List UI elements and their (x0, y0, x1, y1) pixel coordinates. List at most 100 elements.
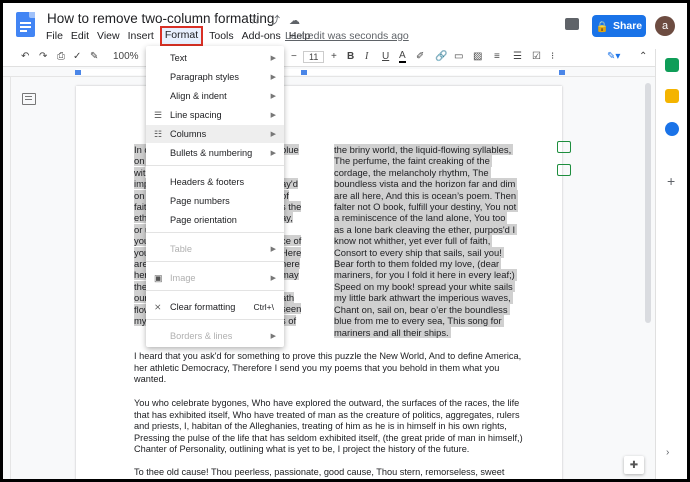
toolbar: ↶ ↷ ⎙ ✓ ✎ 100% − 11 + B I U A ✐ 🔗 ▭ ▨ ≡ … (3, 49, 655, 67)
clear-formatting-icon: ⨯ (154, 301, 162, 312)
menu-separator (146, 319, 284, 320)
menu-item-label: Page numbers (170, 196, 230, 206)
font-size-increase-icon[interactable]: + (331, 51, 337, 62)
last-edit-link[interactable]: Last edit was seconds ago (285, 30, 409, 42)
comment-history-icon[interactable] (565, 18, 579, 30)
spellcheck-icon[interactable]: ✓ (73, 51, 81, 62)
title-icons: ☆ ⤴ ☁ (250, 12, 306, 28)
menu-item-label: Page orientation (170, 215, 237, 225)
format-menu-item-table: Table ▶ (146, 240, 284, 258)
right-column-line: Bear forth to them folded my love, (dear (334, 258, 502, 270)
right-column-line: blue from me to every sea, This song for (334, 315, 504, 327)
format-menu-item-bullets-numbering[interactable]: Bullets & numbering ▶ (146, 144, 284, 162)
menu-item-label: Paragraph styles (170, 72, 239, 82)
right-column-line: as a lone bark cleaving the ether, purpo… (334, 223, 518, 236)
show-side-panel-icon[interactable]: › (666, 447, 669, 458)
menu-bar: File Edit View Insert Format Tools Add-ons Help (46, 26, 318, 46)
undo-icon[interactable]: ↶ (21, 51, 29, 62)
menu-file[interactable]: File (46, 30, 63, 44)
format-menu-item-paragraph-styles[interactable]: Paragraph styles ▶ (146, 68, 284, 86)
font-size-decrease-icon[interactable]: − (291, 51, 297, 62)
cloud-status-icon[interactable]: ☁ (289, 15, 300, 27)
format-menu-item-headers-footers[interactable]: Headers & footers (146, 173, 284, 191)
right-column-line: cordage, the melancholy rhythm, The (334, 166, 491, 179)
right-column-text: the briny world, the liquid-flowing syll… (334, 144, 519, 338)
format-menu-item-page-orientation[interactable]: Page orientation (146, 211, 284, 229)
editing-mode-icon[interactable]: ✎▾ (607, 51, 620, 62)
menu-tools[interactable]: Tools (209, 30, 234, 44)
menu-insert[interactable]: Insert (128, 30, 154, 44)
submenu-arrow-icon: ▶ (270, 275, 276, 282)
docs-logo-icon[interactable] (16, 12, 35, 37)
right-indent-marker[interactable] (559, 70, 565, 75)
menu-item-label: Image (170, 273, 196, 283)
format-menu-item-columns[interactable]: ☷ Columns ▶ (146, 125, 284, 143)
keep-icon[interactable] (665, 89, 679, 103)
submenu-arrow-icon: ▶ (270, 93, 276, 100)
menu-format[interactable]: Format (159, 26, 204, 46)
left-indent-marker[interactable] (75, 70, 81, 75)
avatar[interactable]: a (655, 16, 675, 36)
horizontal-ruler[interactable] (3, 67, 655, 77)
print-icon[interactable]: ⎙ (57, 51, 65, 62)
image-icon: ▣ (154, 272, 163, 283)
left-column-fragment: Here (281, 246, 302, 258)
zoom-select[interactable]: 100% (113, 51, 139, 62)
right-column-line: falter not O book, fulfill your destiny,… (334, 201, 519, 213)
tasks-icon[interactable] (665, 122, 679, 136)
move-to-folder-icon[interactable]: ⤴ (269, 15, 280, 27)
menu-separator (146, 232, 284, 233)
add-comment-icon[interactable]: ▭ (454, 51, 463, 62)
menu-edit[interactable]: Edit (71, 30, 89, 44)
add-ons-plus-icon[interactable]: + (667, 173, 675, 189)
checklist-icon[interactable]: ☑ (532, 51, 541, 62)
align-left-icon[interactable]: ≡ (494, 51, 500, 62)
star-icon[interactable]: ☆ (250, 15, 260, 27)
right-column-line: mariners, for you I fold it here in ever… (334, 269, 517, 281)
right-column-line: Speed on my book! spread your white sail… (334, 280, 515, 293)
column-marker[interactable] (301, 70, 307, 75)
font-size-input[interactable]: 11 (303, 51, 325, 63)
app-window: How to remove two-column formatting ☆ ⤴ … (3, 3, 687, 479)
underline-button[interactable]: U (382, 51, 389, 62)
submenu-arrow-icon: ▶ (270, 333, 276, 340)
header: How to remove two-column formatting ☆ ⤴ … (3, 3, 687, 49)
add-comment-side-icon[interactable] (557, 141, 571, 153)
bold-button[interactable]: B (347, 51, 354, 62)
calendar-icon[interactable] (665, 58, 679, 72)
menu-view[interactable]: View (97, 30, 120, 44)
format-menu-item-page-numbers[interactable]: Page numbers (146, 192, 284, 210)
italic-button[interactable]: I (365, 51, 368, 62)
menu-item-label: Columns (170, 129, 207, 139)
scrollbar[interactable] (645, 83, 651, 323)
document-title[interactable]: How to remove two-column formatting (47, 11, 274, 26)
highlight-color-icon[interactable]: ✐ (416, 51, 424, 62)
right-column-line: boundless vista and the horizon far and … (334, 178, 518, 190)
bulleted-list-icon[interactable]: ⁝ (551, 51, 554, 62)
format-menu-item-align-indent[interactable]: Align & indent ▶ (146, 87, 284, 105)
menu-separator (146, 290, 284, 291)
hide-menus-icon[interactable]: ⌃ (639, 51, 647, 62)
menu-item-label: Table (170, 244, 192, 254)
paint-format-icon[interactable]: ✎ (90, 51, 98, 62)
format-menu-item-clear-formatting[interactable]: ⨯ Clear formatting Ctrl+\ (146, 298, 284, 316)
vertical-ruler[interactable] (3, 77, 11, 479)
suggest-edits-side-icon[interactable] (557, 164, 571, 176)
line-spacing-icon[interactable]: ☰ (513, 51, 522, 62)
menu-item-label: Line spacing (170, 110, 222, 120)
explore-icon[interactable]: ✚ (624, 456, 644, 474)
menu-add-ons[interactable]: Add-ons (242, 30, 281, 44)
share-button[interactable]: 🔒 Share (592, 15, 646, 37)
paragraph-3: To thee old cause! Thou peerless, passio… (134, 467, 505, 477)
insert-image-icon[interactable]: ▨ (473, 51, 482, 62)
submenu-arrow-icon: ▶ (270, 131, 276, 138)
redo-icon[interactable]: ↷ (39, 51, 47, 62)
link-icon[interactable]: 🔗 (435, 51, 447, 62)
format-menu-item-line-spacing[interactable]: ☰ Line spacing ▶ (146, 106, 284, 124)
submenu-arrow-icon: ▶ (270, 74, 276, 81)
text-color-button[interactable]: A (399, 51, 406, 63)
submenu-arrow-icon: ▶ (270, 246, 276, 253)
format-menu-item-text[interactable]: Text ▶ (146, 49, 284, 67)
document-outline-icon[interactable] (22, 93, 36, 105)
menu-item-label: Clear formatting (170, 302, 236, 312)
